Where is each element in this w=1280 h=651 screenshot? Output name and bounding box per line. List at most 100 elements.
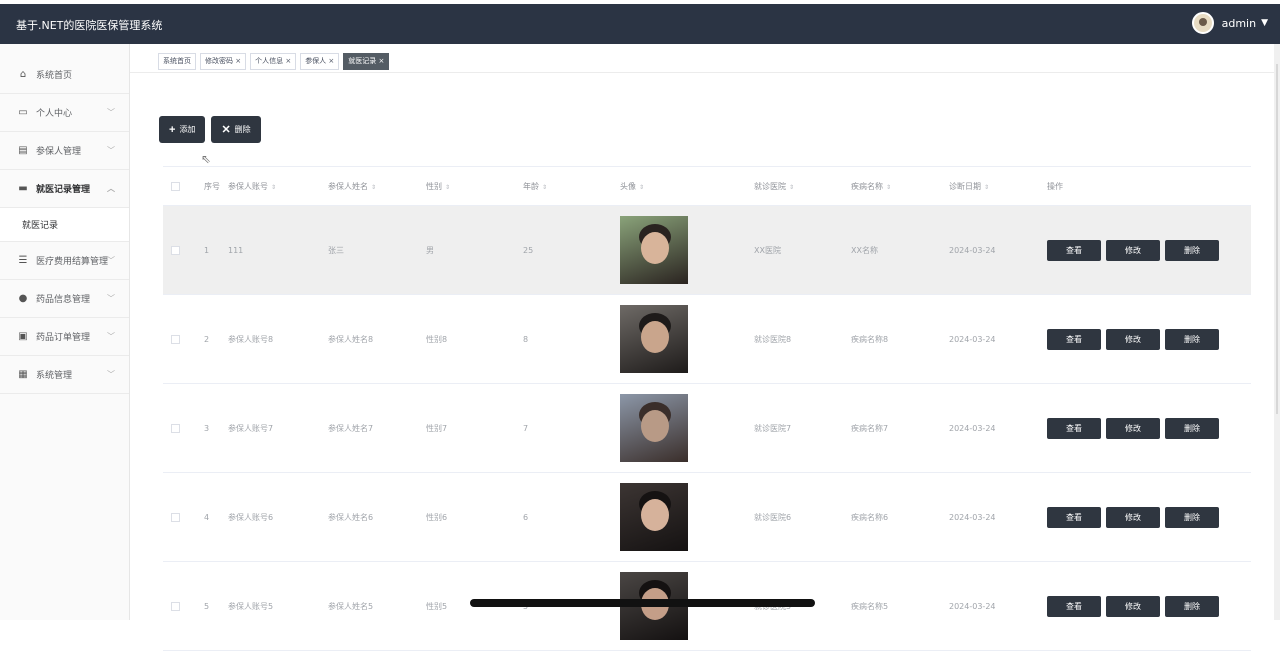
cell-age: 6 (523, 512, 529, 522)
header-sex-label: 性别 (426, 181, 442, 191)
user-avatar[interactable] (1191, 12, 1214, 34)
delete-button[interactable]: ✕ 删除 (211, 116, 261, 143)
submenu-item[interactable]: 就医记录 (0, 208, 129, 242)
view-button[interactable]: 查看 (1047, 506, 1101, 528)
row-checkbox[interactable] (171, 512, 180, 522)
row-checkbox[interactable] (171, 601, 180, 611)
user-menu[interactable]: admin ▼ (1191, 12, 1268, 34)
sidebar-item[interactable]: ● 药品信息管理 ﹀ (0, 280, 129, 318)
user-icon: ● (18, 293, 28, 304)
header-date-label: 诊断日期 (949, 181, 981, 191)
table-row[interactable]: 2 参保人账号8 参保人姓名8 性别8 8 就诊医院8 疾病名称8 2024-03-24 查看修… (163, 295, 1251, 384)
row-delete-button[interactable]: 删除 (1165, 595, 1219, 617)
cell-name: 参保人姓名8 (328, 334, 374, 344)
header-account[interactable]: 参保人账号 ⇕ (228, 181, 328, 192)
cell-disease: XX名称 (851, 245, 878, 255)
header-account-label: 参保人账号 (228, 181, 268, 191)
scrollbar-thumb[interactable] (1276, 64, 1278, 414)
sort-icon[interactable]: ⇕ (445, 184, 450, 191)
row-delete-button[interactable]: 删除 (1165, 417, 1219, 439)
row-delete-button[interactable]: 删除 (1165, 506, 1219, 528)
table-body: 1 111 张三男 25 XX医院 XX名称 2024-03-24 查看 修改 删除 2 参保人账号8… (163, 206, 1251, 651)
header-disease[interactable]: 疾病名称 ⇕ (851, 181, 949, 192)
tab[interactable]: 参保人 × (300, 53, 340, 70)
header-name[interactable]: 参保人姓名 ⇕ (328, 181, 426, 192)
edit-button[interactable]: 修改 (1106, 417, 1160, 439)
receipt-icon: ▣ (18, 331, 28, 342)
grid-icon: ▦ (18, 369, 28, 380)
tab[interactable]: 就医记录 × (343, 53, 390, 70)
sort-icon[interactable]: ⇕ (886, 184, 891, 191)
cell-disease: 疾病名称5 (851, 601, 889, 611)
tab[interactable]: 个人信息 × (250, 53, 297, 70)
sort-icon[interactable]: ⇕ (271, 184, 276, 191)
cell-account: 参保人账号7 (228, 423, 274, 433)
edit-button[interactable]: 修改 (1106, 328, 1160, 350)
avatar-photo[interactable] (620, 483, 688, 551)
sort-icon[interactable]: ⇕ (371, 184, 376, 191)
view-button[interactable]: 查看 (1047, 595, 1101, 617)
row-delete-button[interactable]: 删除 (1165, 328, 1219, 350)
table-row[interactable]: 1 111 张三男 25 XX医院 XX名称 2024-03-24 查看 修改 删除 (163, 206, 1251, 295)
cell-no: 5 (204, 601, 210, 611)
sidebar-item-label: 药品信息管理 (36, 295, 91, 305)
sort-icon[interactable]: ⇕ (639, 184, 644, 191)
sort-icon[interactable]: ⇕ (984, 184, 989, 191)
header-no: 序号 (193, 181, 228, 192)
username[interactable]: admin (1222, 17, 1256, 30)
sidebar-item[interactable]: ▣ 药品订单管理 ﹀ (0, 318, 129, 356)
chevron-down-icon: ﹀ (107, 294, 115, 303)
sidebar: ⌂ 系统首页 ▭ 个人中心 ﹀ ▤ 参保人管理 ﹀ ▬ 就医记录管理 ︿ 就医记录 ☰ 医疗费用结算管理 ﹀… (0, 44, 130, 620)
header-date[interactable]: 诊断日期 ⇕ (949, 181, 1047, 192)
edit-button[interactable]: 修改 (1106, 506, 1160, 528)
sidebar-item[interactable]: ▤ 参保人管理 ﹀ (0, 132, 129, 170)
header-hospital[interactable]: 就诊医院 ⇕ (754, 181, 851, 192)
select-all-checkbox[interactable] (171, 181, 180, 191)
sidebar-item[interactable]: ⌂ 系统首页 (0, 44, 129, 94)
caret-down-icon[interactable]: ▼ (1261, 18, 1268, 28)
view-button[interactable]: 查看 (1047, 328, 1101, 350)
tab[interactable]: 修改密码 × (200, 53, 247, 70)
header-age[interactable]: 年龄 ⇕ (523, 181, 619, 192)
avatar-photo[interactable] (620, 216, 688, 284)
sidebar-item[interactable]: ▭ 个人中心 ﹀ (0, 94, 129, 132)
cell-date: 2024-03-24 (949, 334, 996, 344)
view-button[interactable]: 查看 (1047, 239, 1101, 261)
cell-sex: 男 (426, 245, 434, 255)
tab-bar: 系统首页 修改密码 × 个人信息 × 参保人 × 就医记录 × (158, 53, 390, 70)
page-scrollbar[interactable] (1274, 44, 1280, 620)
cell-date: 2024-03-24 (949, 512, 996, 522)
row-checkbox[interactable] (171, 245, 180, 255)
row-checkbox[interactable] (171, 334, 180, 344)
header-sex[interactable]: 性别 ⇕ (426, 181, 523, 192)
row-delete-button[interactable]: 删除 (1165, 239, 1219, 261)
header-avatar[interactable]: 头像 ⇕ (619, 181, 754, 192)
row-checkbox[interactable] (171, 423, 180, 433)
delete-button-label: 删除 (234, 125, 251, 134)
avatar-photo[interactable] (620, 305, 688, 373)
cell-name: 张三 (328, 245, 344, 255)
sort-icon[interactable]: ⇕ (789, 184, 794, 191)
table-row[interactable]: 3 参保人账号7 参保人姓名7 性别7 7 就诊医院7 疾病名称7 2024-03-24 查看修… (163, 384, 1251, 473)
chevron-up-icon: ︿ (107, 184, 115, 193)
sidebar-item[interactable]: ▬ 就医记录管理 ︿ (0, 170, 129, 208)
add-button[interactable]: + 添加 (159, 116, 206, 143)
header-hospital-label: 就诊医院 (754, 181, 786, 191)
sidebar-item[interactable]: ☰ 医疗费用结算管理 ﹀ (0, 242, 129, 280)
cell-no: 1 (204, 245, 210, 255)
tab[interactable]: 系统首页 (158, 53, 196, 70)
table-row[interactable]: 4 参保人账号6 参保人姓名6 性别6 6 就诊医院6 疾病名称6 2024-03-24 查看修… (163, 473, 1251, 562)
sort-icon[interactable]: ⇕ (542, 184, 547, 191)
cell-date: 2024-03-24 (949, 245, 996, 255)
view-button[interactable]: 查看 (1047, 417, 1101, 439)
home-icon: ⌂ (19, 69, 27, 80)
sidebar-item[interactable]: ▦ 系统管理 ﹀ (0, 356, 129, 394)
cell-account: 参保人账号5 (228, 601, 274, 611)
header-no-label: 序号 (204, 181, 220, 191)
avatar-photo[interactable] (620, 394, 688, 462)
edit-button[interactable]: 修改 (1106, 595, 1160, 617)
cell-hospital: XX医院 (754, 245, 781, 255)
edit-button[interactable]: 修改 (1106, 239, 1160, 261)
cell-age: 25 (523, 245, 534, 255)
home-indicator (470, 599, 815, 607)
